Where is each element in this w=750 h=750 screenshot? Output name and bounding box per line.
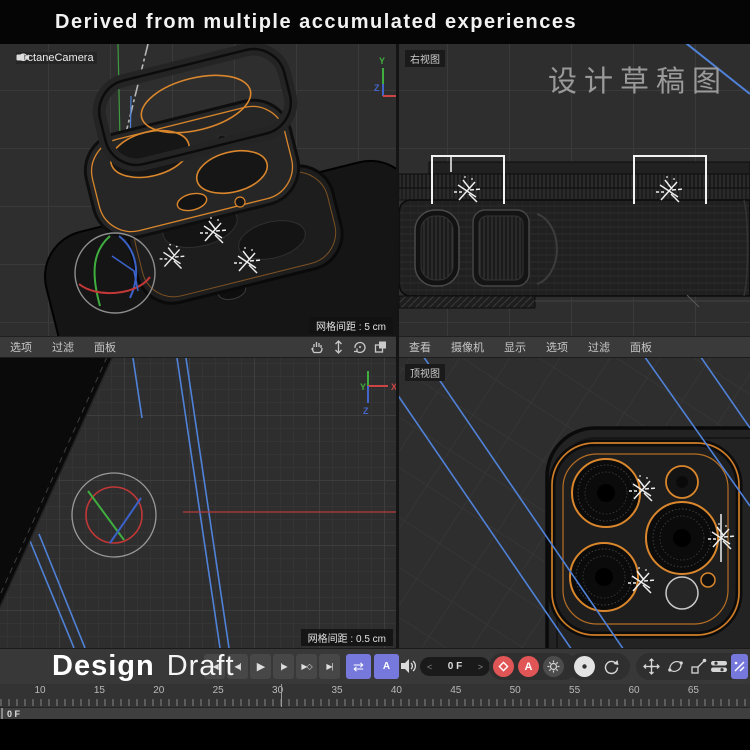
axis-lock-button[interactable]	[731, 654, 748, 679]
ruler-tick-label: 10	[34, 685, 45, 696]
play-button[interactable]: ▶	[250, 654, 271, 679]
frame-value: 0 F	[448, 661, 462, 672]
menu-options[interactable]: 选项	[0, 339, 42, 355]
ruler-tick-label: 15	[94, 685, 105, 696]
header-title: Derived from multiple accumulated experi…	[0, 11, 577, 34]
axis-z-label: Z	[363, 406, 369, 416]
next-key-button[interactable]: ▶◇	[296, 654, 317, 679]
ruler-tick-label: 60	[628, 685, 639, 696]
rotate-view-icon[interactable]	[352, 339, 367, 355]
viewport-menubar-left: 选项 过滤 面板	[0, 336, 396, 358]
ruler-tick-label: 35	[331, 685, 342, 696]
watermark-text: 设计草稿图	[548, 58, 728, 100]
frame-increment[interactable]: >	[478, 662, 483, 672]
axis-gizmo: Y X Z	[360, 371, 396, 416]
viewport-front-view[interactable]: Y X Z 网格间距 : 0.5 cm	[0, 358, 396, 648]
camera-icon	[16, 52, 30, 62]
top-view-scene	[399, 358, 750, 648]
move-tool-icon[interactable]	[643, 658, 660, 675]
axis-y-label: Y	[360, 382, 366, 392]
viewport-right-view[interactable]: 右视图 设计草稿图	[399, 44, 750, 336]
zoom-arrows-icon[interactable]	[331, 339, 346, 355]
mic-hole-circle	[701, 573, 715, 587]
loop-playback-button[interactable]: ⇄	[346, 654, 371, 679]
viewport-menubar-right: 查看 摄像机 显示 选项 过滤 面板	[399, 336, 750, 358]
coordinate-sliders-icon[interactable]	[710, 658, 729, 675]
grid-spacing-badge: 网格间距 : 5 cm	[309, 317, 393, 334]
camera-lens-top-left	[572, 459, 640, 527]
record-keyframe-button[interactable]	[493, 656, 514, 677]
rotation-gizmo[interactable]	[72, 473, 156, 557]
axis-z-label: Z	[374, 83, 380, 93]
octane-camera-label[interactable]: OctaneCamera	[16, 52, 97, 64]
menu-display[interactable]: 显示	[494, 339, 536, 355]
ruler-tick-label: 55	[569, 685, 580, 696]
ruler-tick-label: 45	[450, 685, 461, 696]
perspective-scene: Y Z X	[0, 44, 396, 336]
menu-camera[interactable]: 摄像机	[441, 339, 494, 355]
ruler-tick-label: 25	[213, 685, 224, 696]
current-frame-strip[interactable]: 0 F	[0, 707, 750, 719]
scale-tool-icon[interactable]	[690, 658, 707, 675]
sound-icon[interactable]	[400, 658, 418, 674]
ruler-tick-label: 40	[391, 685, 402, 696]
menu-filter[interactable]: 过滤	[42, 339, 84, 355]
viewport-perspective[interactable]: OctaneCamera	[0, 44, 396, 336]
phone-screen-front[interactable]	[0, 358, 128, 648]
current-frame-label: 0 F	[7, 709, 20, 719]
render-picture-viewer-button[interactable]	[600, 656, 621, 677]
bottom-black-bar	[0, 719, 750, 750]
octane-camera-label-text: OctaneCamera	[19, 52, 94, 64]
app-window: Derived from multiple accumulated experi…	[0, 0, 750, 750]
rotate-tool-icon[interactable]	[667, 658, 684, 675]
menu-panel[interactable]: 面板	[84, 339, 126, 355]
go-to-end-button[interactable]: ▶|	[319, 654, 340, 679]
render-view-button[interactable]	[574, 656, 595, 677]
autokey-button[interactable]: A	[518, 656, 539, 677]
design-draft-caption: Design Draft	[52, 650, 235, 683]
timeline-ruler[interactable]: 101520253035404550556065	[0, 684, 750, 707]
current-frame-field[interactable]: < 0 F >	[420, 657, 490, 676]
view-label: 右视图	[405, 50, 445, 67]
axis-y-label: Y	[379, 56, 385, 66]
ruler-tick-label: 65	[688, 685, 699, 696]
menu-view[interactable]: 查看	[399, 339, 441, 355]
maximize-viewport-icon[interactable]	[373, 339, 388, 355]
design-draft-bold: Design	[52, 650, 155, 682]
ruler-tick-marks	[0, 699, 750, 706]
range-marker[interactable]	[281, 684, 282, 707]
frame-decrement[interactable]: <	[427, 662, 432, 672]
pan-hand-icon[interactable]	[310, 339, 325, 355]
viewport-divider[interactable]	[396, 44, 399, 648]
header-bar: Derived from multiple accumulated experi…	[0, 0, 750, 44]
keying-settings-gear-button[interactable]	[543, 656, 564, 677]
lidar-circle	[666, 577, 698, 609]
menu-panel[interactable]: 面板	[620, 339, 662, 355]
front-view-scene: Y X Z	[0, 358, 396, 648]
design-draft-light: Draft	[167, 650, 235, 682]
next-frame-button[interactable]: |▶	[273, 654, 294, 679]
ruler-tick-label: 20	[153, 685, 164, 696]
viewport-top-view[interactable]: 顶视图	[399, 358, 750, 648]
menu-options[interactable]: 选项	[536, 339, 578, 355]
camera-lens-right	[646, 502, 718, 574]
axis-gizmo: Y Z X	[374, 56, 396, 102]
menu-filter[interactable]: 过滤	[578, 339, 620, 355]
ruler-tick-label: 50	[510, 685, 521, 696]
flash-center	[676, 476, 688, 488]
camera-lens-bottom-left	[570, 543, 638, 611]
case-side-view[interactable]	[399, 162, 750, 308]
autokey-range-button[interactable]: A	[374, 654, 399, 679]
view-label: 顶视图	[405, 364, 445, 381]
grid-spacing-badge: 网格间距 : 0.5 cm	[301, 629, 393, 646]
